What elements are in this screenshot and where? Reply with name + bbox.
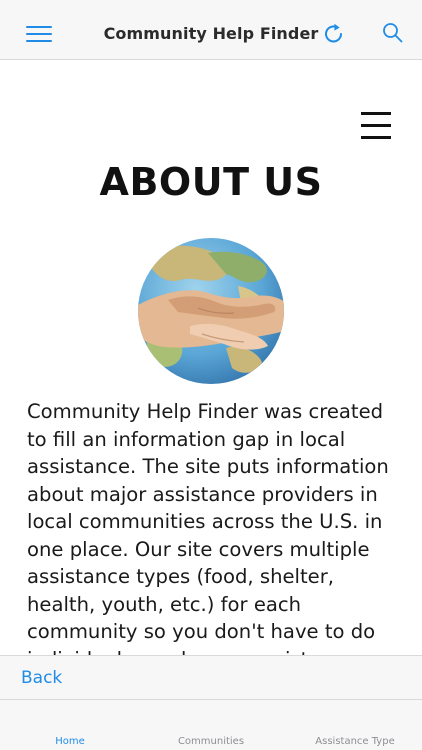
tab-bar: Home Communities Assistance Type	[0, 700, 422, 750]
back-button[interactable]: Back	[21, 668, 62, 688]
page-menu-icon[interactable]	[361, 112, 391, 140]
handshake-globe-image	[138, 238, 284, 384]
tab-home[interactable]: Home	[40, 736, 100, 747]
back-bar: Back	[0, 655, 422, 700]
app-title: Community Help Finder	[103, 24, 319, 43]
tab-communities[interactable]: Communities	[166, 736, 256, 747]
about-paragraph: Community Help Finder was created to fil…	[27, 400, 389, 655]
refresh-icon[interactable]	[322, 22, 346, 46]
page-content: ABOUT US Community Help Finder was creat…	[0, 60, 422, 655]
search-icon[interactable]	[382, 22, 404, 44]
app-header: Community Help Finder	[0, 0, 422, 60]
page-title: ABOUT US	[99, 160, 323, 204]
tab-assistance-type[interactable]: Assistance Type	[300, 736, 410, 747]
